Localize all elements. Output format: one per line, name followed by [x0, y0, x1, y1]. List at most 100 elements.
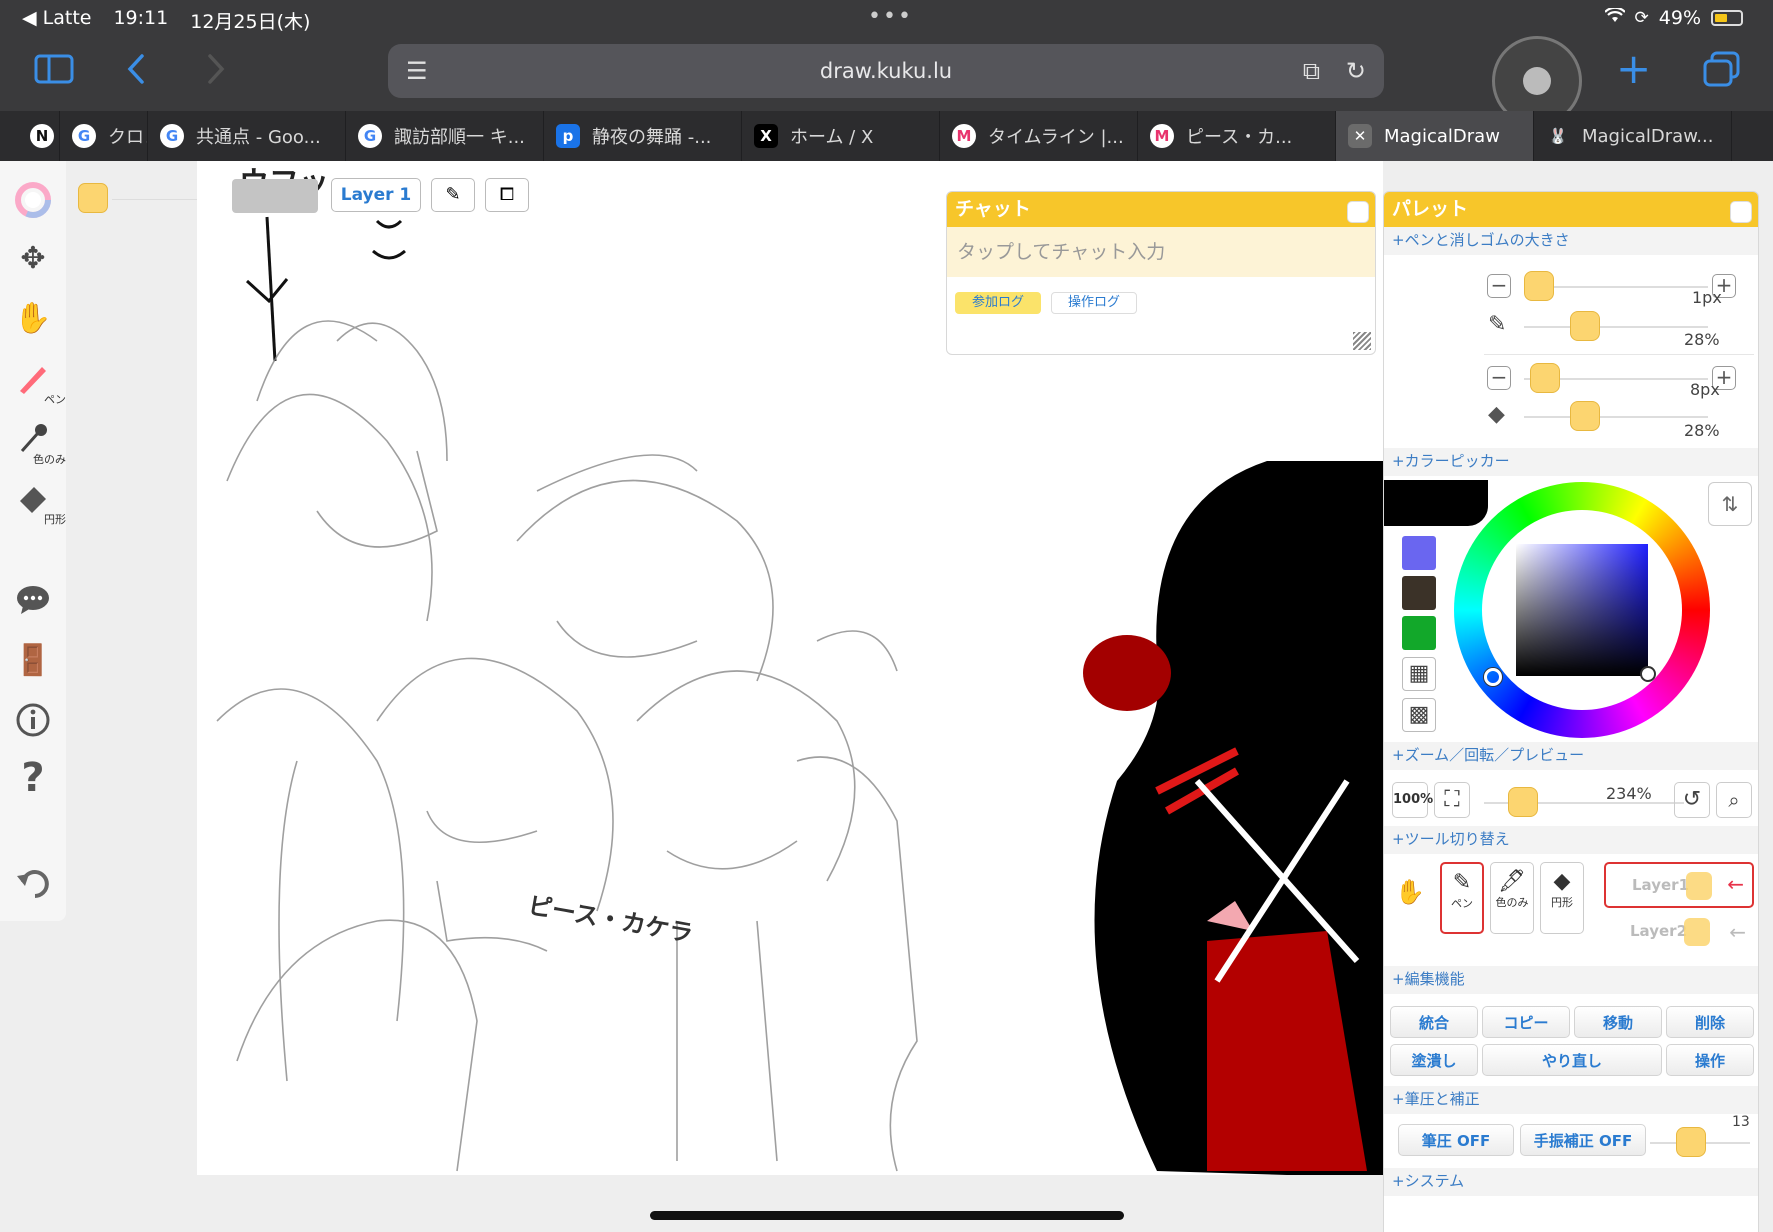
tab-overview-icon[interactable]	[1702, 50, 1742, 94]
multitask-dots-icon[interactable]: •••	[868, 4, 913, 29]
pen-opacity-knob[interactable]	[1570, 311, 1600, 341]
tab-5[interactable]: X ホーム / X	[742, 111, 940, 161]
url-text: draw.kuku.lu	[819, 59, 953, 83]
chat-tab-join-log[interactable]: 参加ログ	[955, 292, 1041, 314]
layer-transform-icon[interactable]: ⧠	[485, 178, 529, 212]
tool-switch-eraser[interactable]: ◆ 円形	[1540, 862, 1584, 934]
status-date: 12月25日(木)	[190, 11, 311, 33]
exit-door-icon[interactable]: 🚪	[10, 637, 56, 683]
chat-resize-handle-icon[interactable]	[1353, 332, 1371, 350]
back-icon[interactable]	[124, 52, 148, 92]
new-tab-icon[interactable]: +	[1616, 48, 1651, 90]
layer1-switch-label: Layer1	[1632, 876, 1690, 894]
add-swatch-icon[interactable]: ▦	[1402, 657, 1436, 691]
tab-6[interactable]: M タイムライン |...	[940, 111, 1138, 161]
layer2-switch[interactable]: Layer2 ←	[1604, 912, 1754, 952]
color-swatch[interactable]	[1402, 536, 1436, 570]
tab-7[interactable]: M ピース・カ...	[1138, 111, 1336, 161]
extension-icon[interactable]: ⧉	[1303, 44, 1320, 98]
hue-handle[interactable]	[1484, 668, 1502, 686]
pen-opacity-slider[interactable]	[1524, 326, 1708, 328]
section-zoom[interactable]: +ズーム／回転／プレビュー	[1384, 742, 1758, 770]
info-icon[interactable]	[10, 697, 56, 743]
hand-icon[interactable]: ✋	[10, 295, 56, 341]
reload-icon[interactable]: ↻	[1346, 44, 1366, 98]
magnifier-icon[interactable]: ⌕	[1716, 782, 1752, 818]
tab-8[interactable]: ✕ MagicalDraw	[1336, 111, 1534, 161]
rotate-reset-icon[interactable]: ↺	[1674, 782, 1710, 818]
section-color-picker[interactable]: +カラーピッカー	[1384, 448, 1758, 476]
tab-3[interactable]: G 諏訪部順一 キ...	[346, 111, 544, 161]
back-to-app[interactable]: ◀ Latte	[22, 7, 91, 34]
operations-button[interactable]: 操作	[1666, 1044, 1754, 1076]
eraser-tool[interactable]: 円形	[10, 475, 66, 526]
stabilizer-toggle[interactable]: 手振補正 OFF	[1520, 1124, 1646, 1156]
tab-4[interactable]: p 静夜の舞踊 -...	[544, 111, 742, 161]
chat-input[interactable]: タップしてチャット入力	[947, 227, 1375, 277]
layer-brush-settings-icon[interactable]: ✎	[431, 178, 475, 212]
pen-tool[interactable]: ペン	[10, 355, 66, 406]
tool-switch-eyedropper[interactable]: 🖋 色のみ	[1490, 862, 1534, 934]
tab-2[interactable]: G 共通点 - Goo...	[148, 111, 346, 161]
merge-button[interactable]: 統合	[1390, 1006, 1478, 1038]
layer-thumbnail[interactable]	[232, 179, 318, 213]
address-bar[interactable]: ☰ draw.kuku.lu ⧉ ↻	[388, 44, 1384, 98]
section-pressure[interactable]: +筆圧と補正	[1384, 1086, 1758, 1114]
layer1-switch[interactable]: Layer1 ←	[1604, 862, 1754, 908]
move-button[interactable]: 移動	[1574, 1006, 1662, 1038]
eyedropper-tool[interactable]: 色のみ	[10, 415, 66, 466]
tab-1[interactable]: G クロノ	[60, 111, 148, 161]
section-tool-switch[interactable]: +ツール切り替え	[1384, 826, 1758, 854]
chat-bubble-icon[interactable]	[10, 577, 56, 623]
pen-size-minus-button[interactable]: −	[1487, 274, 1511, 298]
battery-icon	[1711, 10, 1743, 26]
delete-button[interactable]: 削除	[1666, 1006, 1754, 1038]
move-icon[interactable]: ✥	[10, 235, 56, 281]
color-picker-mode-icon[interactable]: ⇅	[1708, 482, 1752, 526]
tool-switch-pen[interactable]: ✎ ペン	[1440, 862, 1484, 934]
section-system[interactable]: +システム	[1384, 1168, 1758, 1196]
fit-screen-icon[interactable]: ⛶	[1434, 782, 1470, 818]
eraser-size-minus-button[interactable]: −	[1487, 366, 1511, 390]
help-icon[interactable]: ?	[10, 755, 56, 801]
color-wheel-icon[interactable]	[10, 177, 56, 223]
layer2-arrow-icon: ←	[1729, 920, 1746, 944]
tool-switch-pen-label: ペン	[1451, 897, 1473, 910]
section-brush-size[interactable]: +ペンと消しゴムの大きさ	[1384, 227, 1758, 255]
hand-tool-icon[interactable]: ✋	[1392, 878, 1428, 928]
sidebar-toggle-icon[interactable]	[34, 52, 74, 92]
page-menu-icon[interactable]: ☰	[406, 44, 428, 98]
chat-close-button[interactable]	[1347, 201, 1369, 223]
chat-tab-operation-log[interactable]: 操作ログ	[1051, 292, 1137, 314]
eraser-opacity-knob[interactable]	[1570, 401, 1600, 431]
sv-handle[interactable]	[1640, 666, 1656, 682]
tab-label: 諏訪部順一 キ...	[394, 127, 525, 148]
forward-icon[interactable]	[204, 52, 228, 92]
eraser-size-knob[interactable]	[1530, 363, 1560, 393]
layer-selector[interactable]: Layer 1	[331, 178, 421, 212]
chat-title: チャット	[955, 198, 1031, 220]
palette-close-button[interactable]	[1730, 201, 1752, 223]
zoom-reset-button[interactable]: 100%	[1392, 782, 1433, 818]
color-swatch[interactable]	[1402, 576, 1436, 610]
redo-button[interactable]: やり直し	[1482, 1044, 1662, 1076]
swap-swatch-icon[interactable]: ▩	[1402, 698, 1436, 732]
zoom-knob[interactable]	[1508, 787, 1538, 817]
pressure-toggle[interactable]: 筆圧 OFF	[1398, 1124, 1514, 1156]
current-color-swatch[interactable]	[78, 183, 108, 213]
section-edit[interactable]: +編集機能	[1384, 966, 1758, 994]
screen: ◀ Latte 19:11 12月25日(木) ••• ⟳ 49% ☰ draw…	[0, 0, 1773, 1232]
saturation-value-square[interactable]	[1516, 544, 1648, 676]
copy-button[interactable]: コピー	[1482, 1006, 1570, 1038]
stabilizer-knob[interactable]	[1676, 1127, 1706, 1157]
eraser-opacity-slider[interactable]	[1524, 416, 1708, 418]
hue-ring[interactable]	[1454, 482, 1710, 738]
palette-header: パレット	[1384, 192, 1758, 227]
color-swatch[interactable]	[1402, 616, 1436, 650]
tab-0[interactable]: N	[0, 111, 60, 161]
fill-button[interactable]: 塗潰し	[1390, 1044, 1478, 1076]
sketch-label-text: ピース・カケラ	[526, 891, 695, 948]
pen-size-knob[interactable]	[1524, 271, 1554, 301]
undo-icon[interactable]	[10, 861, 56, 907]
tab-9[interactable]: 🐰 MagicalDraw...	[1534, 111, 1732, 161]
